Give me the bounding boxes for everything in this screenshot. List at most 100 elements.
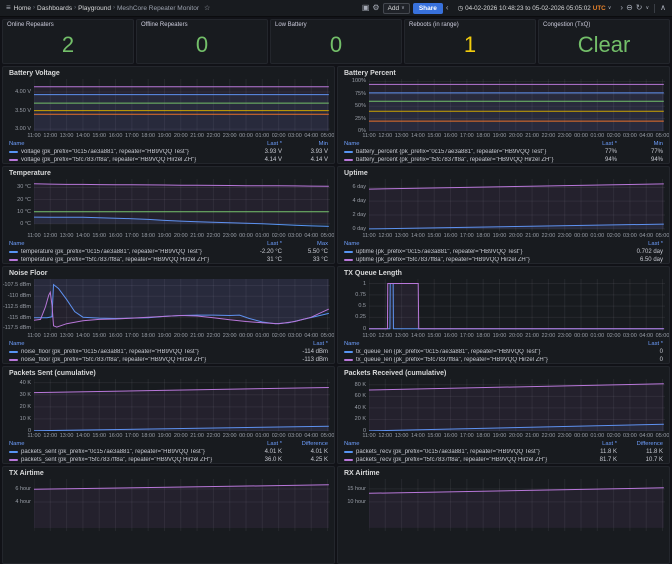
panel-title[interactable]: Temperature [3,167,334,177]
collapse-toolbar-icon[interactable]: ∧ [660,4,666,12]
x-axis-label: 11:00 [362,433,375,439]
x-axis-label: 20:00 [509,333,523,339]
legend-header-name[interactable]: Name [344,141,571,147]
chart-plot-area[interactable] [369,279,665,331]
panel-title[interactable]: Packets Received (cumulative) [338,367,669,377]
legend-header-min[interactable]: Min [282,141,328,147]
legend-series-name[interactable]: packets_sent {pk_prefix="f5fc7837ff8a", … [21,457,236,463]
legend-series-name[interactable]: battery_percent {pk_prefix="f5fc7837ff8a… [356,157,571,163]
legend-header-name[interactable]: Name [344,341,617,347]
legend-header-last[interactable]: Last * [236,141,282,147]
legend-series-name[interactable]: noise_floor {pk_prefix="f5fc7837ff8a", r… [21,357,282,363]
legend-series-name[interactable]: tx_queue_len {pk_prefix="0c157ae3a881", … [356,349,617,355]
legend-series-name[interactable]: tx_queue_len {pk_prefix="f5fc7837ff8a", … [356,357,617,363]
legend-header-name[interactable]: Name [9,241,236,247]
chart-plot-area[interactable] [369,379,665,431]
star-icon[interactable]: ☆ [204,5,210,12]
legend-header-last[interactable]: Last * [282,341,328,347]
x-axis-label: 12:00 [378,333,392,339]
breadcrumb-item-playground[interactable]: Playground [78,5,111,12]
y-axis-label: 40 K [355,405,366,411]
chart-plot-area[interactable] [34,279,330,331]
legend-header-difference[interactable]: Difference [617,441,663,447]
chart-plot-area[interactable] [34,179,330,231]
refresh-icon[interactable]: ↻ [636,4,643,12]
legend-header-last[interactable]: Last * [236,441,282,447]
time-range-picker[interactable]: ◷ 04-02-2026 10:48:23 to 05-02-2026 05:0… [452,4,618,13]
panel-title[interactable]: TX Queue Length [338,267,669,277]
panel-title[interactable]: RX Airtime [338,467,669,477]
series-color-swatch [344,151,353,153]
x-axis-label: 18:00 [476,233,490,239]
legend-header-last[interactable]: Last * [571,441,617,447]
legend-series-name[interactable]: packets_recv {pk_prefix="0c157ae3a881", … [356,449,571,455]
legend-header-min[interactable]: Min [617,141,663,147]
share-button[interactable]: Share [413,3,443,14]
chart-plot-area[interactable] [34,79,330,131]
legend-series-name[interactable]: uptime {pk_prefix="0c157ae3a881", repeat… [356,249,617,255]
legend-header-last[interactable]: Last * [236,241,282,247]
legend-header-name[interactable]: Name [9,141,236,147]
panel-title[interactable]: Packets Sent (cumulative) [3,367,334,377]
panel-title[interactable]: Noise Floor [3,267,334,277]
legend-series-name[interactable]: battery_percent {pk_prefix="0c157ae3a881… [356,149,571,155]
x-axis-label: 05:00 [656,433,670,439]
legend-series-name[interactable]: noise_floor {pk_prefix="0c157ae3a881", r… [21,349,282,355]
legend-row: packets_sent {pk_prefix="f5fc7837ff8a", … [9,456,328,464]
breadcrumb-item-home[interactable]: Home [14,5,31,12]
chart-plot-area[interactable] [34,479,330,531]
panel-title[interactable]: TX Airtime [3,467,334,477]
legend-header-name[interactable]: Name [9,341,282,347]
legend-header-name[interactable]: Name [344,241,617,247]
kiosk-mode-icon[interactable]: ▣ [362,4,370,12]
legend-header-max[interactable]: Max [282,241,328,247]
menu-icon[interactable]: ≡ [6,4,11,12]
legend-header-last[interactable]: Last * [571,141,617,147]
settings-gear-icon[interactable]: ⚙ [372,4,379,12]
chart-plot-area[interactable] [34,379,330,431]
refresh-interval-dropdown-icon[interactable]: ∨ [645,6,649,11]
chart-plot-area[interactable] [369,479,665,531]
legend-header-difference[interactable]: Difference [282,441,328,447]
legend-row: packets_sent {pk_prefix="0c157ae3a881", … [9,448,328,456]
legend-series-name[interactable]: voltage {pk_prefix="0c157ae3a881", repea… [21,149,236,155]
panel-title[interactable]: Battery Percent [338,67,669,77]
legend-header-last[interactable]: Last * [617,241,663,247]
x-axis-label: 20:00 [174,433,188,439]
legend-series-name[interactable]: packets_recv {pk_prefix="f5fc7837ff8a", … [356,457,571,463]
time-shift-back-icon[interactable]: ‹ [446,4,449,12]
zoom-out-icon[interactable]: ⊖ [626,4,633,12]
legend-series-name[interactable]: temperature {pk_prefix="0c157ae3a881", r… [21,249,236,255]
legend-row: battery_percent {pk_prefix="f5fc7837ff8a… [344,156,663,164]
panel-title[interactable]: Uptime [338,167,669,177]
y-axis-label: 3.00 V [15,126,31,132]
x-axis-label: 01:00 [590,433,604,439]
legend-series-name[interactable]: uptime {pk_prefix="f5fc7837ff8a", repeat… [356,257,617,263]
breadcrumb-item-dashboards[interactable]: Dashboards [37,5,72,12]
y-axis-label: 20 °C [17,197,31,203]
panel-title[interactable]: Battery Voltage [3,67,334,77]
legend-value: -114 dBm [282,349,328,355]
add-button[interactable]: Add ∨ [383,3,410,14]
legend-header-row: NameLast * [344,340,663,348]
series-color-swatch [344,459,353,461]
legend-header-name[interactable]: Name [9,441,236,447]
legend-header-name[interactable]: Name [344,441,571,447]
series-color-swatch [344,359,353,361]
x-axis-label: 23:00 [558,433,572,439]
legend-table: NameLast *Difference packets_sent {pk_pre… [9,440,328,464]
legend-series-name[interactable]: packets_sent {pk_prefix="0c157ae3a881", … [21,449,236,455]
chart-plot-area[interactable] [369,179,665,231]
time-shift-forward-icon[interactable]: › [620,4,623,12]
y-axis-label: 30 °C [17,184,31,190]
y-axis-label: 75% [355,91,366,97]
legend-series-name[interactable]: temperature {pk_prefix="f5fc7837ff8a", r… [21,257,236,263]
x-axis-label: 03:00 [623,333,637,339]
chart-area: 30 °C20 °C10 °C0 °C [7,179,330,231]
legend-header-last[interactable]: Last * [617,341,663,347]
x-axis-label: 19:00 [493,333,507,339]
breadcrumb-item-meshcore-repeater-monitor[interactable]: MeshCore Repeater Monitor [117,5,199,12]
legend-series-name[interactable]: voltage {pk_prefix="f5fc7837ff8a", repea… [21,157,236,163]
x-axis-label: 17:00 [125,133,139,139]
chart-plot-area[interactable] [369,79,665,131]
